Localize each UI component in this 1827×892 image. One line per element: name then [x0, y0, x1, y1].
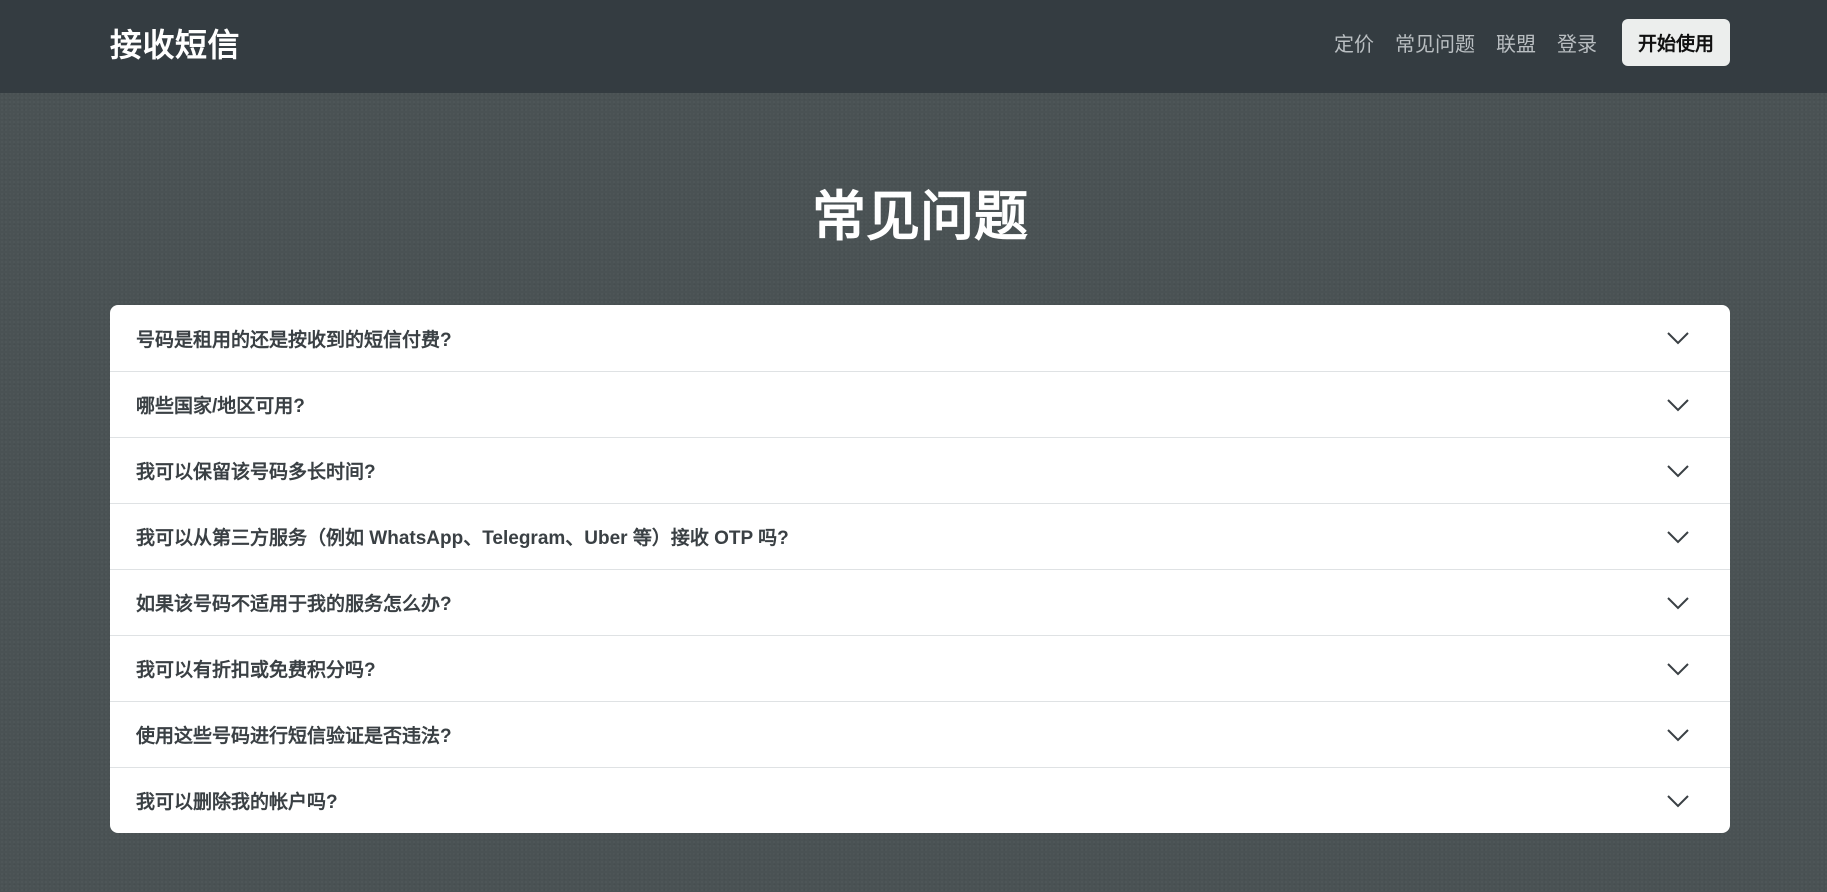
- faq-question: 使用这些号码进行短信验证是否违法?: [136, 726, 452, 747]
- faq-item-legality[interactable]: 使用这些号码进行短信验证是否违法?: [110, 701, 1730, 767]
- faq-item-discounts[interactable]: 我可以有折扣或免费积分吗?: [110, 635, 1730, 701]
- chevron-down-icon: [1667, 596, 1689, 609]
- faq-item-delete-account[interactable]: 我可以删除我的帐户吗?: [110, 767, 1730, 833]
- top-navbar: 接收短信 定价 常见问题 联盟 登录 开始使用: [0, 0, 1827, 93]
- page-title: 常见问题: [812, 187, 1028, 247]
- faq-question: 我可以删除我的帐户吗?: [136, 792, 338, 813]
- nav-link-login[interactable]: 登录: [1557, 28, 1597, 57]
- chevron-down-icon: [1667, 332, 1689, 345]
- faq-question: 我可以有折扣或免费积分吗?: [136, 660, 376, 681]
- nav-links: 定价 常见问题 联盟 登录 开始使用: [1334, 19, 1730, 66]
- chevron-down-icon: [1667, 398, 1689, 411]
- faq-question: 我可以保留该号码多长时间?: [136, 462, 376, 483]
- faq-accordion: 号码是租用的还是按收到的短信付费? 哪些国家/地区可用? 我可以保留该号码多长时…: [110, 305, 1730, 833]
- chevron-down-icon: [1667, 728, 1689, 741]
- faq-question: 哪些国家/地区可用?: [136, 396, 305, 417]
- chevron-down-icon: [1667, 662, 1689, 675]
- nav-link-affiliate[interactable]: 联盟: [1496, 28, 1536, 57]
- chevron-down-icon: [1667, 464, 1689, 477]
- nav-link-faq[interactable]: 常见问题: [1395, 28, 1475, 57]
- nav-link-pricing[interactable]: 定价: [1334, 28, 1374, 57]
- chevron-down-icon: [1667, 530, 1689, 543]
- faq-question: 如果该号码不适用于我的服务怎么办?: [136, 594, 452, 615]
- faq-item-keep-duration[interactable]: 我可以保留该号码多长时间?: [110, 437, 1730, 503]
- faq-item-billing[interactable]: 号码是租用的还是按收到的短信付费?: [110, 305, 1730, 371]
- faq-question: 我可以从第三方服务（例如 WhatsApp、Telegram、Uber 等）接收…: [136, 528, 789, 549]
- brand-logo-text[interactable]: 接收短信: [110, 20, 240, 66]
- faq-item-countries[interactable]: 哪些国家/地区可用?: [110, 371, 1730, 437]
- faq-item-third-party-otp[interactable]: 我可以从第三方服务（例如 WhatsApp、Telegram、Uber 等）接收…: [110, 503, 1730, 569]
- faq-question: 号码是租用的还是按收到的短信付费?: [136, 329, 452, 351]
- get-started-button[interactable]: 开始使用: [1621, 19, 1730, 66]
- faq-item-number-not-working[interactable]: 如果该号码不适用于我的服务怎么办?: [110, 569, 1730, 635]
- chevron-down-icon: [1667, 794, 1689, 807]
